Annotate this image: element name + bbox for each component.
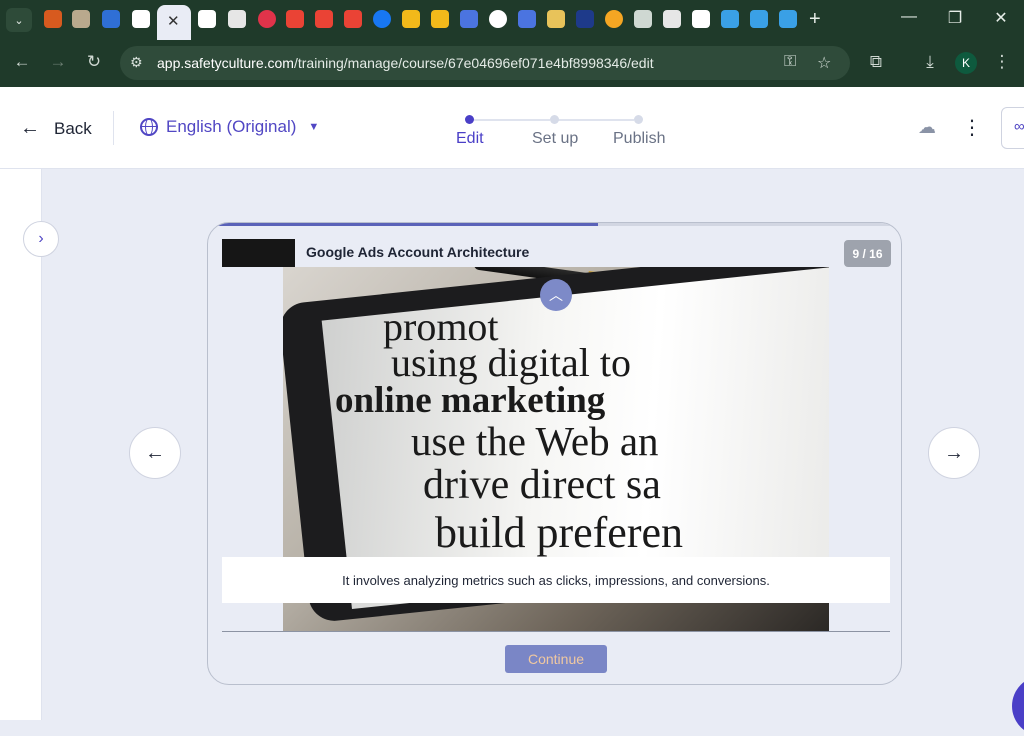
tab-favicon[interactable] xyxy=(460,10,478,28)
share-button[interactable]: ∞ xyxy=(1001,107,1024,149)
tab-favicon[interactable] xyxy=(663,10,681,28)
image-text-line: build preferen xyxy=(435,508,683,557)
tab-favicon[interactable] xyxy=(72,10,90,28)
image-text-line: use the Web an xyxy=(411,418,659,464)
password-key-icon[interactable]: ⚿ xyxy=(784,53,796,71)
tab-favicon[interactable] xyxy=(692,10,710,28)
language-label: English (Original) xyxy=(166,117,297,136)
tab-favicon[interactable] xyxy=(228,10,246,28)
tab-favicon[interactable] xyxy=(198,10,216,28)
slide-caption: It involves analyzing metrics such as cl… xyxy=(222,557,890,603)
profile-avatar[interactable]: K xyxy=(955,52,977,74)
tab-favicon[interactable] xyxy=(547,10,565,28)
arrow-left-icon: ← xyxy=(20,117,40,139)
chevron-down-icon: ⌄ xyxy=(14,14,24,27)
close-window-button[interactable]: ✕ xyxy=(989,8,1013,28)
tab-favicon[interactable] xyxy=(605,10,623,28)
tab-favicon[interactable] xyxy=(431,10,449,28)
chevron-up-icon[interactable]: ︿ xyxy=(540,279,572,311)
caret-down-icon: ▼ xyxy=(308,121,320,133)
tab-favicon[interactable] xyxy=(258,10,276,28)
cloud-saved-icon: ☁ xyxy=(918,117,936,137)
tab-favicon[interactable] xyxy=(634,10,652,28)
link-icon: ∞ xyxy=(1014,118,1024,135)
tab-favicon[interactable] xyxy=(489,10,507,28)
tab-favicon[interactable] xyxy=(132,10,150,28)
company-logo xyxy=(222,239,295,267)
url-path: /training/manage/course/67e04696ef071e4b… xyxy=(293,55,654,71)
tab-favicon[interactable] xyxy=(402,10,420,28)
tab-favicon[interactable] xyxy=(373,10,391,28)
back-label: Back xyxy=(54,118,92,138)
url-domain: app.safetyculture.com xyxy=(157,55,294,71)
tab-favicon[interactable] xyxy=(518,10,536,28)
chevron-right-icon: › xyxy=(38,230,44,247)
url-input[interactable]: ⚙ app.safetyculture.com/training/manage/… xyxy=(120,46,850,80)
arrow-right-icon: → xyxy=(944,441,964,464)
step-connector xyxy=(474,119,550,121)
step-dot-setup xyxy=(550,115,559,124)
step-dot-edit xyxy=(465,115,474,124)
close-tab-icon[interactable]: ✕ xyxy=(167,12,180,30)
course-slide-card: Google Ads Account Architecture 9 / 16 p… xyxy=(207,222,902,685)
forward-nav-icon[interactable]: → xyxy=(46,52,70,72)
minimize-button[interactable]: — xyxy=(897,8,921,26)
browser-menu-icon[interactable]: ⋮ xyxy=(990,52,1014,72)
tab-favicon[interactable] xyxy=(286,10,304,28)
browser-tab-bar: ⌄ ✕ + — ❐ ✕ xyxy=(0,0,1024,40)
card-divider xyxy=(222,631,890,632)
arrow-left-icon: ← xyxy=(145,441,165,464)
step-edit[interactable]: Edit xyxy=(456,130,484,148)
image-text-line: online marketing xyxy=(335,380,606,421)
slide-counter: 9 / 16 xyxy=(844,240,891,267)
tab-favicon[interactable] xyxy=(779,10,797,28)
step-setup[interactable]: Set up xyxy=(532,130,578,148)
previous-slide-button[interactable]: ← xyxy=(129,427,181,479)
bookmark-star-icon[interactable]: ☆ xyxy=(817,53,831,73)
app-header: ← Back English (Original) ▼ Edit Set up … xyxy=(0,87,1024,169)
active-tab[interactable]: ✕ xyxy=(157,5,191,40)
restore-button[interactable]: ❐ xyxy=(943,8,967,28)
back-nav-icon[interactable]: ← xyxy=(10,52,34,72)
back-button[interactable]: ← Back xyxy=(20,117,92,140)
step-dot-publish xyxy=(634,115,643,124)
reload-icon[interactable]: ↻ xyxy=(82,52,106,72)
tab-favicon[interactable] xyxy=(315,10,333,28)
step-connector xyxy=(558,119,634,121)
tab-favicon[interactable] xyxy=(576,10,594,28)
expand-sidebar-button[interactable]: › xyxy=(23,221,59,257)
new-tab-button[interactable]: + xyxy=(809,8,821,31)
stepper: Edit Set up Publish xyxy=(440,111,680,151)
step-publish[interactable]: Publish xyxy=(613,130,665,148)
tab-favicon[interactable] xyxy=(44,10,62,28)
extensions-icon[interactable]: ⧉ xyxy=(864,52,888,72)
tab-favicon[interactable] xyxy=(750,10,768,28)
help-chat-button[interactable] xyxy=(1012,676,1024,736)
tab-favicon[interactable] xyxy=(102,10,120,28)
tab-favicon[interactable] xyxy=(344,10,362,28)
course-title: Google Ads Account Architecture xyxy=(306,244,530,260)
course-progress-bar xyxy=(208,223,901,226)
url-text: app.safetyculture.com/training/manage/co… xyxy=(157,55,654,71)
course-progress-fill xyxy=(208,223,598,226)
more-options-icon[interactable]: ⋮ xyxy=(962,115,982,140)
tab-favicon[interactable] xyxy=(721,10,739,28)
next-slide-button[interactable]: → xyxy=(928,427,980,479)
globe-icon xyxy=(140,118,158,136)
download-icon[interactable]: ⤓ xyxy=(918,52,942,72)
header-divider xyxy=(113,111,114,145)
image-text-line: drive direct sa xyxy=(423,462,661,508)
tab-search-dropdown[interactable]: ⌄ xyxy=(6,8,32,32)
language-selector[interactable]: English (Original) ▼ xyxy=(140,117,319,137)
continue-button[interactable]: Continue xyxy=(505,645,607,673)
address-bar: ← → ↻ ⚙ app.safetyculture.com/training/m… xyxy=(0,40,1024,87)
site-info-icon[interactable]: ⚙ xyxy=(130,54,143,71)
